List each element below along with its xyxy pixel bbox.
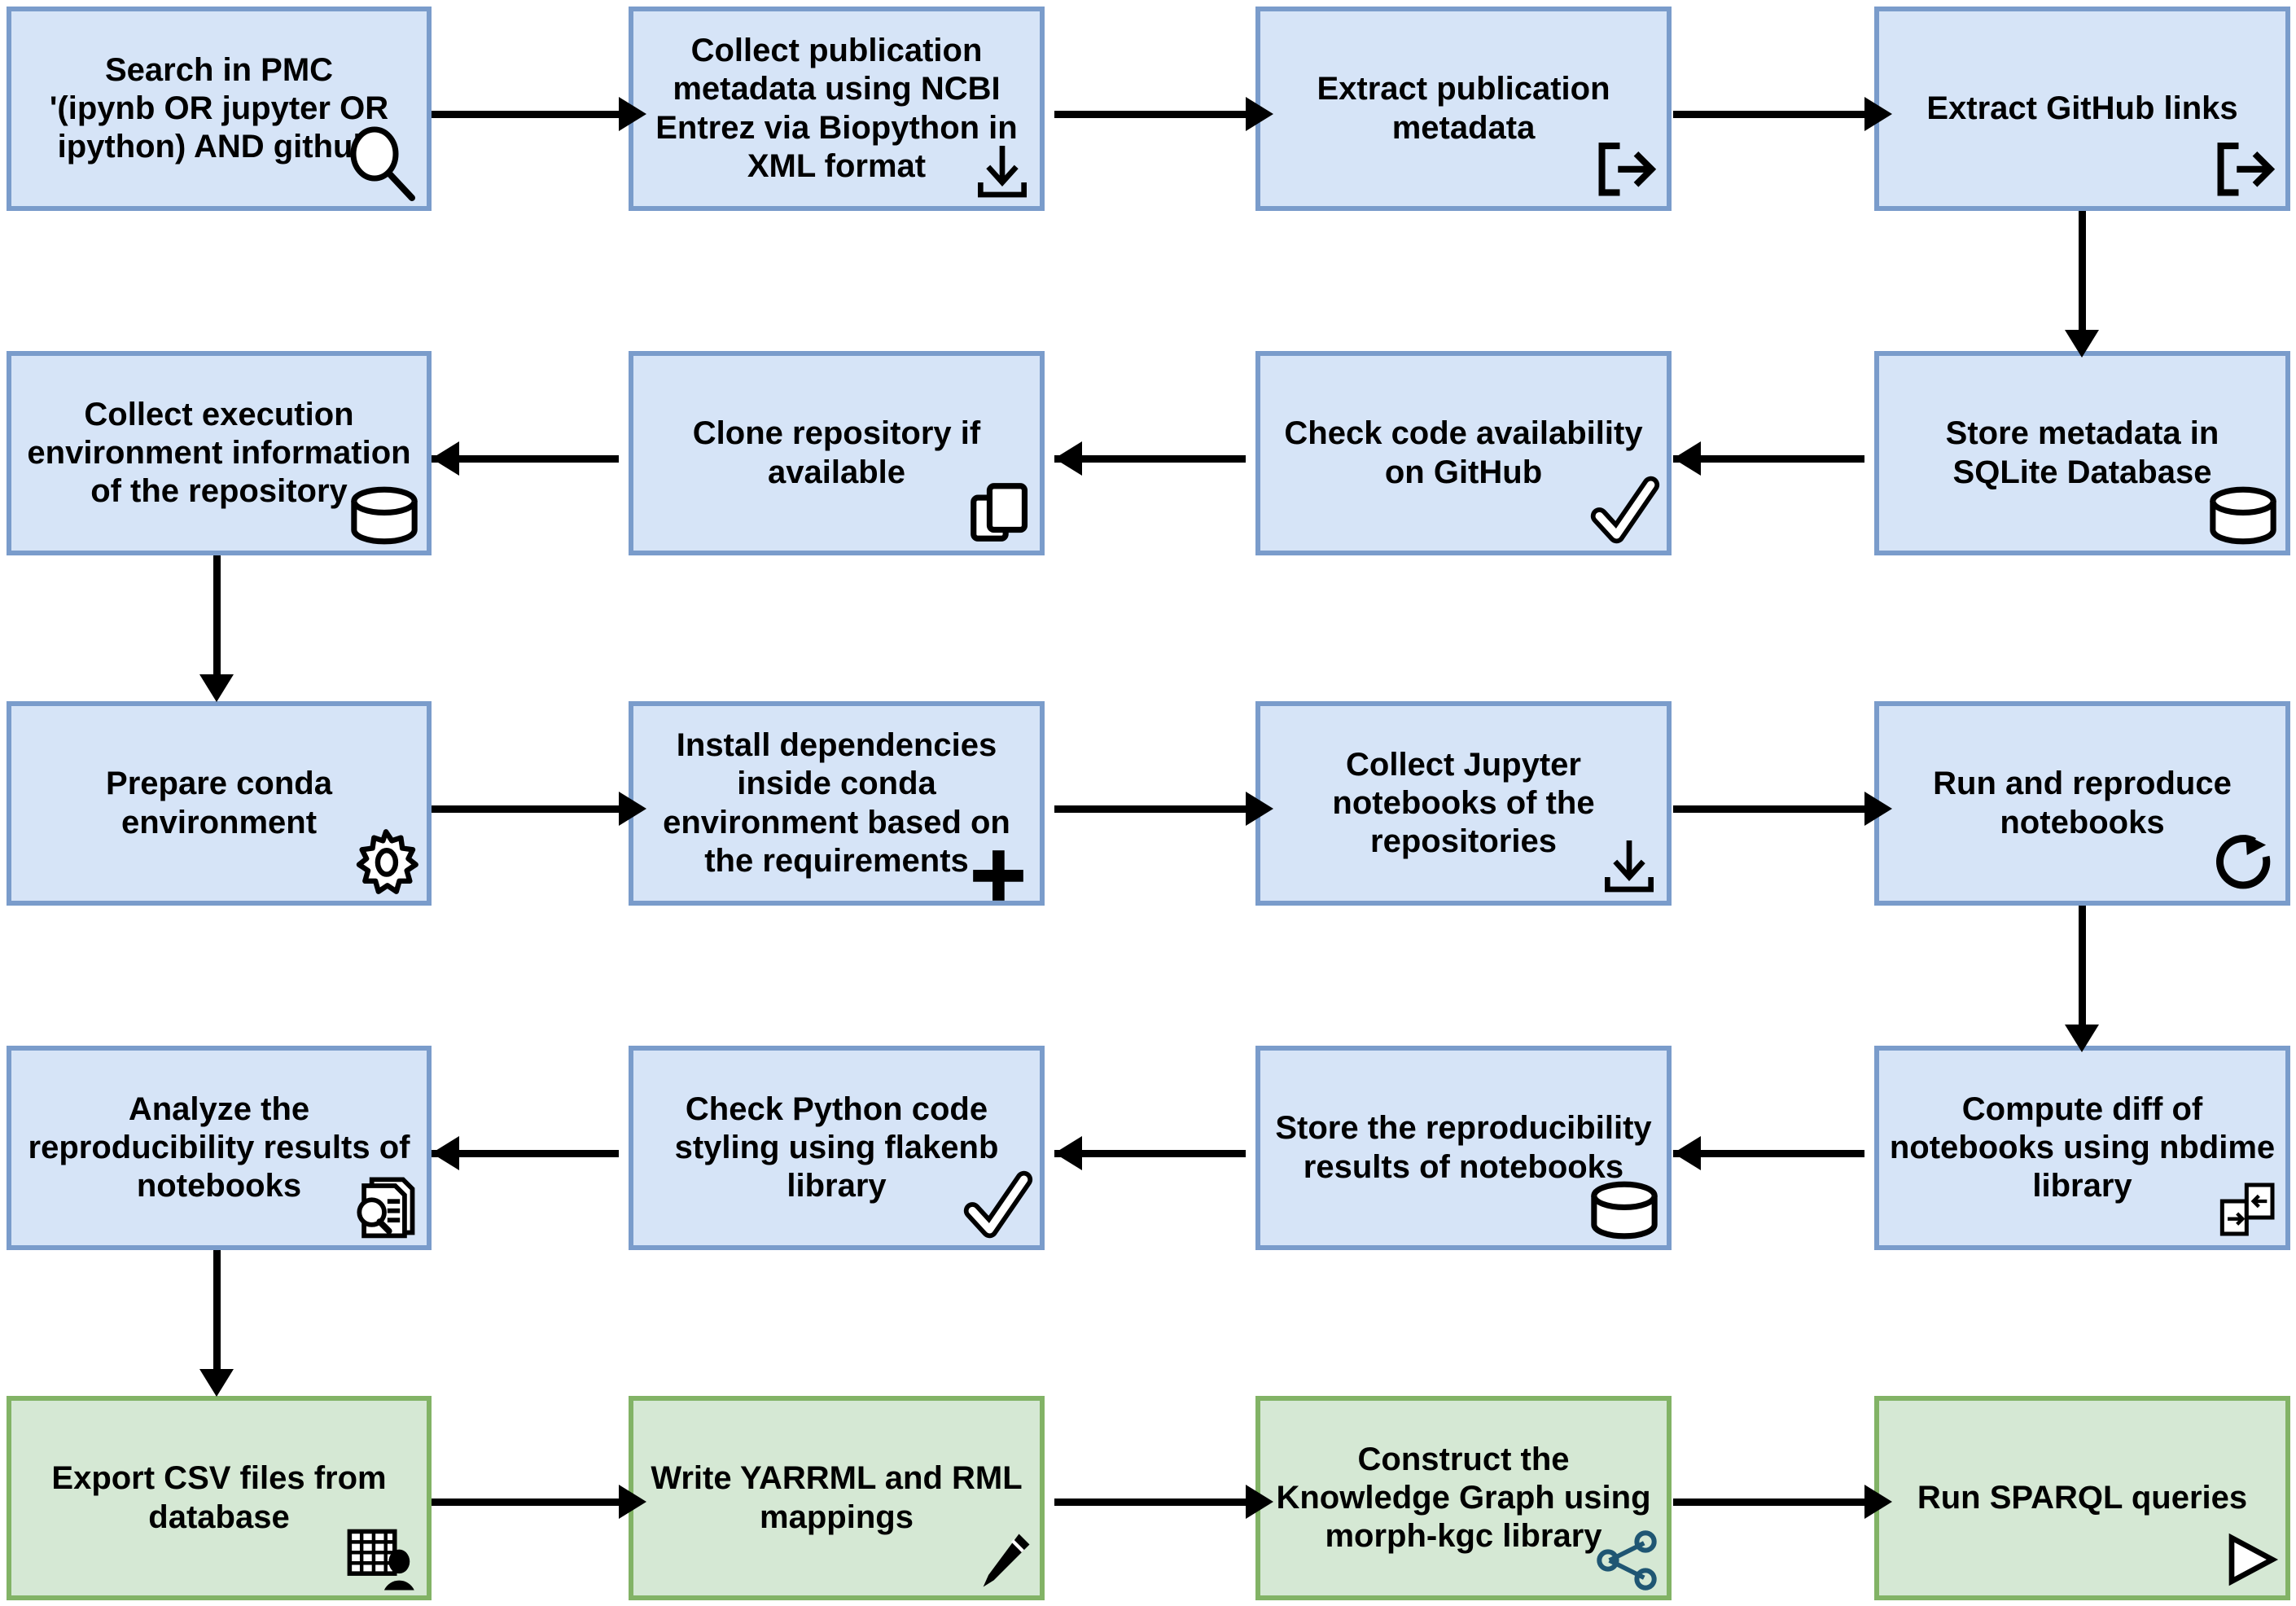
node-run-reproduce-notebooks[interactable]: Run and reproduce notebooks	[1874, 701, 2290, 906]
database-icon	[1587, 1178, 1662, 1242]
edge-construct-kg-to-run-sparql	[1673, 1498, 1864, 1506]
node-collect-jupyter-notebooks[interactable]: Collect Jupyter notebooks of the reposit…	[1255, 701, 1672, 906]
edge-collect-to-extract-meta	[1054, 111, 1246, 118]
node-label: Collect Jupyter notebooks of the reposit…	[1332, 746, 1595, 860]
edge-export-csv-to-write-mappings	[432, 1498, 619, 1506]
node-label: Search in PMC '(ipynb OR jupyter OR ipyt…	[49, 51, 389, 165]
node-extract-github-links[interactable]: Extract GitHub links	[1874, 7, 2290, 211]
database-icon	[347, 484, 422, 547]
node-label: Write YARRML and RML mappings	[651, 1460, 1023, 1535]
node-analyze-reproducibility-results[interactable]: Analyze the reproducibility results of n…	[7, 1046, 432, 1250]
node-write-yarrml-rml-mappings[interactable]: Write YARRML and RML mappings	[629, 1396, 1045, 1600]
edge-collect-env-to-prepare-conda	[213, 555, 221, 686]
node-prepare-conda-environment[interactable]: Prepare conda environment	[7, 701, 432, 906]
arrowhead-right	[1246, 97, 1273, 131]
arrowhead-right	[1864, 97, 1892, 131]
edge-check-code-to-clone	[1054, 455, 1246, 463]
edge-analyze-to-export-csv	[213, 1250, 221, 1380]
node-label: Extract GitHub links	[1926, 90, 2238, 126]
checkmark-icon	[960, 1167, 1035, 1242]
edge-clone-to-collect-env	[432, 455, 619, 463]
download-icon	[970, 138, 1035, 203]
flowchart-canvas: Search in PMC '(ipynb OR jupyter OR ipyt…	[0, 0, 2296, 1606]
arrowhead-down	[199, 1369, 234, 1397]
plus-icon	[968, 845, 1028, 906]
arrowhead-down	[2065, 330, 2099, 358]
edge-collect-notebooks-to-run	[1673, 805, 1864, 813]
node-label: Run SPARQL queries	[1917, 1479, 2248, 1516]
node-construct-knowledge-graph[interactable]: Construct the Knowledge Graph using morp…	[1255, 1396, 1672, 1600]
document-search-icon	[347, 1167, 422, 1242]
node-extract-publication-metadata[interactable]: Extract publication metadata	[1255, 7, 1672, 211]
node-check-code-availability[interactable]: Check code availability on GitHub	[1255, 351, 1672, 555]
arrowhead-left	[1673, 441, 1701, 476]
checkmark-icon	[1587, 472, 1662, 547]
arrowhead-right	[1246, 792, 1273, 826]
node-store-metadata-sqlite[interactable]: Store metadata in SQLite Database	[1874, 351, 2290, 555]
edge-write-mappings-to-construct-kg	[1054, 1498, 1246, 1506]
edge-run-notebooks-to-compute-diff	[2079, 906, 2086, 1036]
node-clone-repository[interactable]: Clone repository if available	[629, 351, 1045, 555]
node-export-csv-files[interactable]: Export CSV files from database	[7, 1396, 432, 1600]
download-icon	[1597, 832, 1662, 897]
node-label: Extract publication metadata	[1317, 71, 1610, 146]
arrowhead-left	[432, 1136, 459, 1170]
edge-compute-diff-to-store-results	[1673, 1150, 1864, 1157]
arrowhead-right	[1246, 1485, 1273, 1519]
node-search-pmc[interactable]: Search in PMC '(ipynb OR jupyter OR ipyt…	[7, 7, 432, 211]
node-install-dependencies[interactable]: Install dependencies inside conda enviro…	[629, 701, 1045, 906]
arrowhead-left	[1054, 1136, 1082, 1170]
node-label: Clone repository if available	[692, 415, 981, 490]
arrowhead-left	[432, 441, 459, 476]
arrowhead-right	[619, 97, 646, 131]
pencil-icon	[971, 1529, 1035, 1592]
node-label: Collect publication metadata using NCBI …	[655, 33, 1018, 184]
play-icon	[2215, 1527, 2281, 1592]
edge-store-metadata-to-check-code	[1673, 455, 1864, 463]
arrowhead-right	[619, 792, 646, 826]
node-label: Store the reproducibility results of not…	[1275, 1110, 1652, 1185]
search-icon	[344, 125, 422, 203]
gear-icon	[350, 826, 422, 897]
node-label: Export CSV files from database	[51, 1460, 387, 1535]
graph-icon	[1592, 1529, 1662, 1592]
edge-extract-meta-to-github	[1673, 111, 1864, 118]
node-label: Prepare conda environment	[106, 766, 332, 840]
edge-prepare-conda-to-install	[432, 805, 619, 813]
arrowhead-left	[1673, 1136, 1701, 1170]
node-collect-publication-metadata[interactable]: Collect publication metadata using NCBI …	[629, 7, 1045, 211]
arrowhead-down	[2065, 1025, 2099, 1052]
arrowhead-down	[199, 674, 234, 702]
edge-search-to-collect	[432, 111, 619, 118]
arrowhead-left	[1054, 441, 1082, 476]
extract-icon	[1592, 133, 1662, 203]
arrowhead-right	[619, 1485, 646, 1519]
edge-check-styling-to-analyze	[432, 1150, 619, 1157]
spreadsheet-user-icon	[344, 1519, 422, 1592]
node-label: Install dependencies inside conda enviro…	[663, 727, 1010, 879]
node-check-python-styling[interactable]: Check Python code styling using flakenb …	[629, 1046, 1045, 1250]
node-label: Run and reproduce notebooks	[1933, 766, 2232, 840]
extract-icon	[2211, 133, 2281, 203]
edge-github-to-store-metadata	[2079, 211, 2086, 341]
node-label: Store metadata in SQLite Database	[1945, 415, 2219, 490]
edge-install-to-collect-notebooks	[1054, 805, 1246, 813]
node-run-sparql-queries[interactable]: Run SPARQL queries	[1874, 1396, 2290, 1600]
node-compute-diff-nbdime[interactable]: Compute diff of notebooks using nbdime l…	[1874, 1046, 2290, 1250]
node-label: Check Python code styling using flakenb …	[674, 1090, 999, 1204]
node-store-reproducibility-results[interactable]: Store the reproducibility results of not…	[1255, 1046, 1672, 1250]
database-icon	[2206, 484, 2281, 547]
node-collect-execution-environment[interactable]: Collect execution environment informatio…	[7, 351, 432, 555]
diff-icon	[2215, 1177, 2281, 1242]
edge-store-results-to-check-styling	[1054, 1150, 1246, 1157]
arrowhead-right	[1864, 1485, 1892, 1519]
refresh-icon	[2211, 827, 2281, 897]
copy-icon	[965, 477, 1035, 547]
arrowhead-right	[1864, 792, 1892, 826]
